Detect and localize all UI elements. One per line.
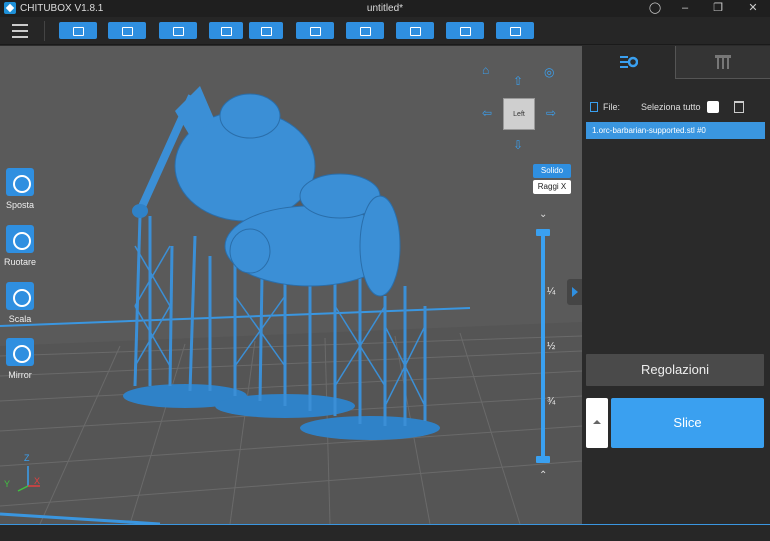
file-icon: [590, 102, 598, 112]
file-list-item[interactable]: 1.orc-barbarian-supported.stl #0: [586, 122, 765, 139]
package-button[interactable]: [496, 22, 534, 39]
status-bar: [0, 524, 770, 541]
slider-half-label: ½: [547, 341, 556, 352]
3d-viewport[interactable]: Z Y X Sposta Ruotare Scala Mirror ⌂ ◎ ⇧ …: [0, 46, 582, 524]
delete-trash-icon[interactable]: [734, 101, 744, 113]
rotate-right-arrow-icon[interactable]: ⇨: [546, 106, 556, 120]
select-all-checkbox[interactable]: [707, 101, 719, 113]
layout-button[interactable]: [296, 22, 334, 39]
rotate-up-arrow-icon[interactable]: ⇧: [513, 74, 523, 88]
slice-button[interactable]: Slice: [611, 398, 764, 448]
panel-tabs: [582, 46, 770, 79]
move-tool-label: Sposta: [5, 200, 35, 210]
toolbar-divider: [44, 21, 45, 41]
open-file-button[interactable]: [59, 22, 97, 39]
restore-button[interactable]: ❐: [703, 0, 733, 17]
view-cube[interactable]: Left: [503, 98, 535, 130]
move-icon: [6, 168, 34, 196]
scale-tool-label: Scala: [8, 314, 32, 324]
axis-z-label: Z: [24, 453, 30, 463]
layer-slider-track[interactable]: [541, 233, 545, 462]
slider-quarter-label: ¼: [547, 286, 556, 297]
visibility-eye-icon[interactable]: ◎: [544, 65, 554, 79]
select-all-label: Seleziona tutto: [641, 102, 701, 112]
hamburger-menu-icon[interactable]: [12, 24, 28, 38]
export-button[interactable]: [249, 22, 283, 39]
model-settings-icon: [619, 56, 638, 68]
scale-tool[interactable]: Scala: [0, 282, 40, 324]
tab-supports[interactable]: [675, 46, 770, 79]
rotate-down-arrow-icon[interactable]: ⇩: [513, 138, 523, 152]
supports-icon: [715, 55, 731, 69]
mirror-tool[interactable]: Mirror: [0, 338, 40, 380]
rotate-tool-label: Ruotare: [3, 257, 37, 267]
select-frame-button[interactable]: [159, 22, 197, 39]
mirror-icon: [6, 338, 34, 366]
tab-model-settings[interactable]: [582, 46, 675, 79]
home-view-icon[interactable]: ⌂: [482, 63, 489, 77]
right-panel: File: Seleziona tutto 1.orc-barbarian-su…: [582, 46, 770, 524]
import-button[interactable]: [209, 22, 243, 39]
rotate-tool[interactable]: Ruotare: [0, 225, 40, 267]
user-icon[interactable]: ◯: [640, 0, 670, 17]
rotate-left-arrow-icon[interactable]: ⇦: [482, 106, 492, 120]
move-tool[interactable]: Sposta: [0, 168, 40, 210]
minimize-button[interactable]: –: [670, 0, 700, 17]
xray-mode-button[interactable]: Raggi X: [533, 180, 571, 194]
layer-slider-bottom-handle[interactable]: [536, 456, 550, 463]
main-toolbar: [0, 17, 770, 45]
app-window: CHITUBOX V1.8.1 untitled* ◯ – ❐ ✕ Z Y X …: [0, 0, 770, 541]
close-button[interactable]: ✕: [738, 0, 768, 17]
hollow-button[interactable]: [396, 22, 434, 39]
mirror-tool-label: Mirror: [8, 370, 32, 380]
scale-icon: [6, 282, 34, 310]
support-button[interactable]: [346, 22, 384, 39]
layer-slider-top-handle[interactable]: [536, 229, 550, 236]
slider-three-quarter-label: ¾: [547, 396, 556, 407]
cut-button[interactable]: [446, 22, 484, 39]
slider-down-chevron-icon[interactable]: ⌄: [539, 209, 547, 220]
rotate-icon: [6, 225, 34, 253]
solid-mode-button[interactable]: Solido: [533, 164, 571, 178]
axis-y-label: Y: [4, 479, 11, 489]
title-bar: CHITUBOX V1.8.1 untitled* ◯ – ❐ ✕: [0, 0, 770, 17]
panel-collapse-toggle[interactable]: [567, 279, 582, 305]
slice-options-toggle[interactable]: [586, 398, 608, 448]
file-toolbar: File: Seleziona tutto: [590, 101, 766, 115]
axis-x-label: X: [34, 476, 41, 486]
save-file-button[interactable]: [108, 22, 146, 39]
adjustments-button[interactable]: Regolazioni: [586, 354, 764, 386]
build-plate-grid: [0, 86, 582, 524]
slider-up-chevron-icon[interactable]: ⌃: [539, 470, 547, 481]
file-label: File:: [603, 102, 621, 112]
